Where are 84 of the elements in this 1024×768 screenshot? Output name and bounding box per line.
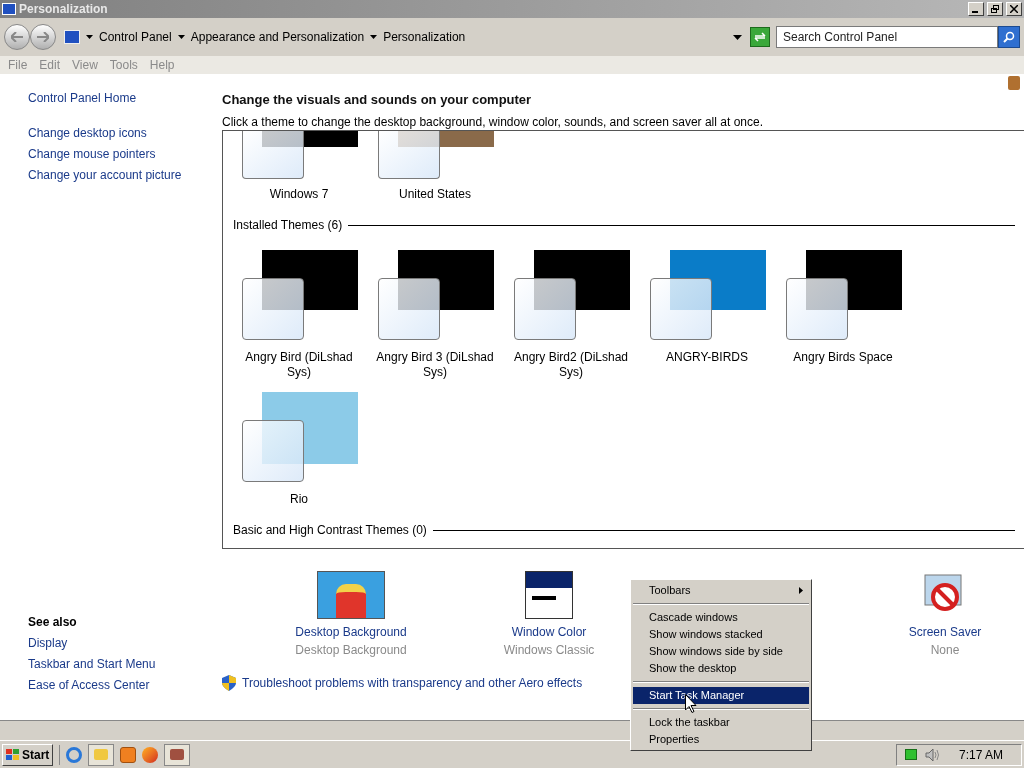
setting-value: None <box>930 643 960 658</box>
network-icon[interactable] <box>904 749 917 760</box>
setting-label: Desktop Background <box>295 625 407 640</box>
minimize-button[interactable] <box>968 2 984 16</box>
glass-frame <box>514 278 576 340</box>
glass-frame <box>242 278 304 340</box>
setting-label: Window Color <box>511 625 587 640</box>
window-icon <box>525 571 573 619</box>
setting-label: Screen Saver <box>908 625 982 640</box>
dropdown-caret-icon[interactable] <box>733 34 742 40</box>
glass-frame <box>650 278 712 340</box>
theme-item[interactable]: Angry Bird2 (DiLshad Sys) <box>503 246 639 380</box>
see-also-heading: See also <box>28 614 78 631</box>
theme-name: Angry Bird2 (DiLshad Sys) <box>512 350 630 380</box>
sidebar-link[interactable]: Change your account picture <box>28 165 222 186</box>
breadcrumb[interactable]: Appearance and Personalization <box>190 28 365 46</box>
close-icon <box>1010 5 1018 13</box>
cartoon-picture-icon <box>317 571 385 619</box>
window-app-icon[interactable] <box>164 743 191 766</box>
start-button[interactable]: Start <box>2 743 54 766</box>
refresh-button[interactable] <box>750 27 770 47</box>
sidebar-link[interactable]: Ease of Access Center <box>28 675 222 696</box>
back-arrow-icon <box>11 32 23 42</box>
setting-value: Windows Classic <box>503 643 595 658</box>
theme-item[interactable]: Angry Bird 3 (DiLshad Sys) <box>367 246 503 380</box>
theme-name: Angry Bird (DiLshad Sys) <box>244 350 354 380</box>
theme-item[interactable]: Windows 7 <box>231 131 367 202</box>
theme-name: Angry Bird 3 (DiLshad Sys) <box>375 350 495 380</box>
sidebar-link[interactable]: Control Panel Home <box>28 88 222 109</box>
sidebar-link[interactable]: Taskbar and Start Menu <box>28 654 222 675</box>
glass-frame <box>242 131 304 179</box>
sidebar-link[interactable]: Change desktop icons <box>28 123 222 144</box>
windows-logo-icon <box>6 748 20 761</box>
forward-arrow-icon <box>37 32 49 42</box>
theme-name: Angry Birds Space <box>792 350 894 365</box>
theme-item[interactable]: Angry Birds Space <box>775 246 911 380</box>
menu-item[interactable]: Show the desktop <box>633 660 809 677</box>
sidebar-link[interactable]: Display <box>28 633 222 654</box>
speaker-icon[interactable] <box>924 747 941 762</box>
setting-item[interactable]: Desktop Background Desktop Background <box>252 569 450 658</box>
theme-item[interactable]: United States <box>367 131 503 202</box>
menu-item[interactable]: Properties <box>633 731 809 748</box>
forward-button[interactable] <box>30 24 56 50</box>
glass-frame <box>786 278 848 340</box>
address-field[interactable]: Control Panel Appearance and Personalization Personalization <box>62 26 744 48</box>
folder-icon[interactable] <box>88 743 115 766</box>
back-button[interactable] <box>4 24 30 50</box>
caret-icon <box>86 35 93 39</box>
glass-frame <box>242 420 304 482</box>
setting-value: Desktop Background <box>295 643 407 658</box>
browser-icon[interactable] <box>66 746 83 763</box>
caret-icon <box>177 35 185 39</box>
fox-browser-icon[interactable] <box>142 746 159 763</box>
glass-frame <box>378 131 440 179</box>
page-heading: Change the visuals and sounds on your computer <box>222 92 533 108</box>
refresh-arrows-icon <box>754 32 766 42</box>
glass-frame <box>378 278 440 340</box>
group-heading: Basic and High Contrast Themes (0) <box>233 522 427 539</box>
theme-name: United States <box>397 187 472 202</box>
breadcrumb[interactable]: Control Panel <box>99 28 172 46</box>
setting-item[interactable]: Screen Saver None <box>846 569 1024 658</box>
search-icon <box>1003 31 1015 43</box>
theme-name: Windows 7 <box>268 187 330 202</box>
search-button[interactable] <box>998 26 1020 48</box>
group-heading: Installed Themes (6) <box>233 217 343 234</box>
restore-button[interactable] <box>987 2 1003 16</box>
menu-item[interactable]: Lock the taskbar <box>633 714 809 731</box>
search-field[interactable]: Search Control Panel <box>776 26 998 48</box>
caret-icon <box>370 35 378 39</box>
troubleshoot-link[interactable]: Troubleshoot problems with transparency and other Aero effects <box>242 674 583 692</box>
theme-item[interactable]: Rio <box>231 388 367 507</box>
restore-icon <box>991 5 999 13</box>
clock: 7:17 AM <box>958 746 1003 764</box>
sidebar-link[interactable]: Change mouse pointers <box>28 144 222 165</box>
theme-item[interactable]: ANGRY-BIRDS <box>639 246 775 380</box>
breadcrumb[interactable]: Personalization <box>383 28 466 46</box>
shield-icon <box>222 675 236 691</box>
close-button[interactable] <box>1006 2 1022 16</box>
window-title: Personalization <box>19 1 109 18</box>
theme-name: ANGRY-BIRDS <box>665 350 749 365</box>
page-description: Click a theme to change the desktop background, window color, sounds, and screen saver all at once. <box>222 115 764 129</box>
media-player-icon[interactable] <box>120 746 137 763</box>
theme-item[interactable]: Angry Bird (DiLshad Sys) <box>231 246 367 380</box>
theme-name: Rio <box>289 492 309 507</box>
